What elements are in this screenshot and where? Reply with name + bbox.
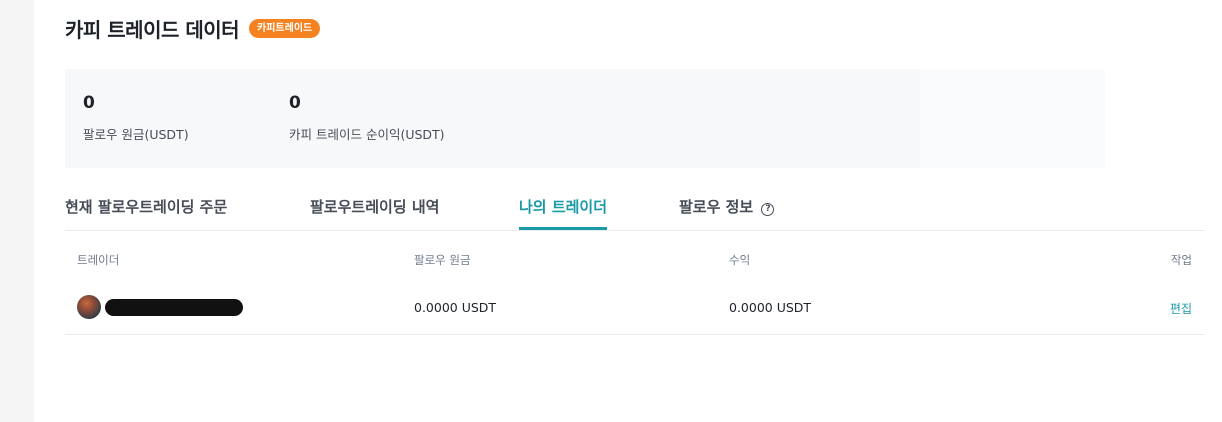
tab-label: 팔로우트레이딩 내역 — [310, 198, 440, 216]
tab-label: 현재 팔로우트레이딩 주문 — [65, 198, 228, 216]
stat-label: 팔로우 원금(USDT) — [83, 127, 189, 142]
tab-my-traders[interactable]: 나의 트레이더 — [519, 195, 608, 230]
left-rail — [0, 0, 34, 422]
stat-label: 카피 트레이드 순이익(USDT) — [289, 127, 445, 142]
tab-label: 나의 트레이더 — [519, 198, 608, 216]
tab-follow-info[interactable]: 팔로우 정보 ? — [679, 195, 775, 228]
title-row: 카피 트레이드 데이터 카피트레이드 — [65, 14, 321, 42]
tab-history[interactable]: 팔로우트레이딩 내역 — [310, 195, 439, 228]
redacted-trader-name — [105, 299, 243, 316]
stat-net-profit: 0 카피 트레이드 순이익(USDT) — [289, 93, 445, 143]
cell-profit: 0.0000 USDT — [729, 300, 812, 315]
stats-panel-extension — [920, 69, 1105, 168]
stats-panel: 0 팔로우 원금(USDT) 0 카피 트레이드 순이익(USDT) — [65, 69, 920, 168]
tab-current-orders[interactable]: 현재 팔로우트레이딩 주문 — [65, 195, 227, 228]
stat-value: 0 — [289, 93, 301, 113]
page-title: 카피 트레이드 데이터 — [65, 17, 240, 42]
stat-value: 0 — [83, 93, 95, 113]
column-header-profit: 수익 — [729, 253, 751, 267]
stat-follow-principal: 0 팔로우 원금(USDT) — [83, 93, 189, 143]
tab-label: 팔로우 정보 — [679, 198, 754, 216]
table-row: 0.0000 USDT 0.0000 USDT 편집 — [65, 284, 1205, 335]
column-header-principal: 팔로우 원금 — [414, 253, 471, 267]
edit-link[interactable]: 편집 — [1170, 300, 1192, 317]
column-header-action: 작업 — [1170, 253, 1192, 267]
cell-principal: 0.0000 USDT — [414, 300, 497, 315]
avatar[interactable] — [77, 295, 101, 319]
copy-trade-badge: 카피트레이드 — [249, 18, 321, 38]
column-header-trader: 트레이더 — [77, 253, 120, 267]
question-circle-icon[interactable]: ? — [761, 203, 775, 216]
tab-bar: 현재 팔로우트레이딩 주문 팔로우트레이딩 내역 나의 트레이더 팔로우 정보 … — [65, 195, 1205, 231]
